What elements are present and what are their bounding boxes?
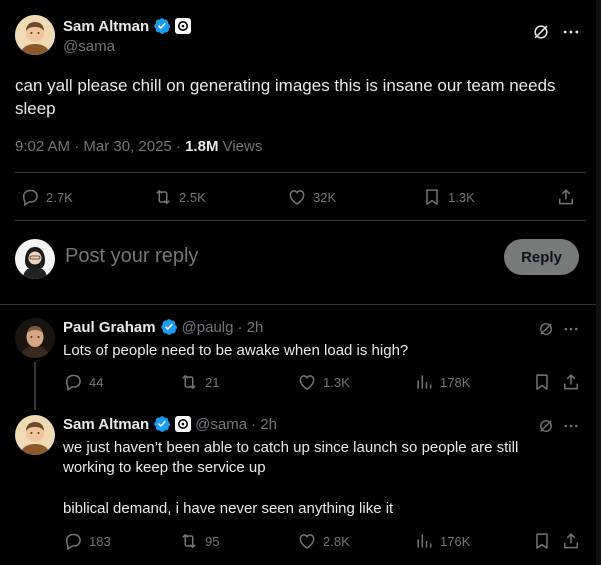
grok-icon[interactable] (529, 20, 553, 44)
avatar-illustration (15, 318, 55, 358)
author-handle[interactable]: @sama (63, 38, 115, 55)
reply-input[interactable]: Post your reply (65, 245, 198, 268)
divider (0, 304, 601, 305)
reply-action[interactable]: 44 (63, 372, 103, 392)
views-label: Views (218, 138, 263, 155)
reply-icon (63, 531, 83, 551)
post-meta: 9:02 AM · Mar 30, 2025 · 1.8M Views (15, 138, 262, 155)
reply-action[interactable]: 183 (63, 531, 111, 551)
like-count: 2.8K (323, 533, 350, 549)
bookmark-action[interactable] (532, 531, 552, 551)
share-icon (561, 531, 581, 551)
post-timestamp[interactable]: 9:02 AM · Mar 30, 2025 · (15, 138, 185, 155)
reply-text-second-paragraph: biblical demand, i have never seen anyth… (63, 500, 394, 517)
more-options-icon[interactable] (560, 318, 582, 340)
author-avatar[interactable] (15, 15, 55, 55)
repost-action[interactable]: 21 (179, 372, 219, 392)
reply-author-name[interactable]: Sam Altman (63, 416, 149, 433)
reply-text: we just haven’t been able to catch up si… (63, 439, 519, 476)
views-count: 178K (440, 374, 471, 390)
repost-icon (179, 531, 199, 551)
current-user-avatar[interactable] (15, 239, 55, 279)
repost-icon (153, 187, 173, 207)
like-action[interactable]: 32K (287, 187, 336, 207)
views-icon (414, 372, 434, 392)
like-icon (287, 187, 307, 207)
avatar-illustration (15, 415, 55, 455)
reply-count: 183 (89, 533, 111, 549)
grok-icon[interactable] (535, 318, 557, 340)
repost-action[interactable]: 95 (179, 531, 219, 551)
share-action[interactable] (561, 531, 581, 551)
reply-icon (20, 187, 40, 207)
author-name[interactable]: Sam Altman (63, 18, 149, 35)
verified-badge-icon (160, 318, 178, 336)
like-action[interactable]: 1.3K (297, 372, 350, 392)
bookmark-action[interactable]: 1.3K (422, 187, 475, 207)
like-icon (297, 372, 317, 392)
views-icon (414, 531, 434, 551)
reply-author-handle[interactable]: @sama (195, 416, 247, 433)
reply-author-name[interactable]: Paul Graham (63, 319, 156, 336)
bookmark-icon (422, 187, 442, 207)
openai-org-badge-icon[interactable] (175, 416, 192, 432)
bookmark-icon (532, 372, 552, 392)
reply-button[interactable]: Reply (504, 239, 579, 275)
repost-icon (179, 372, 199, 392)
avatar-illustration (15, 239, 55, 279)
divider (15, 220, 586, 221)
share-action[interactable] (556, 187, 576, 207)
like-count: 32K (313, 189, 337, 205)
reply-author-handle[interactable]: @paulg (182, 319, 234, 336)
reply-time[interactable]: · 2h (237, 319, 263, 336)
like-action[interactable]: 2.8K (297, 531, 350, 551)
bookmark-icon (532, 531, 552, 551)
like-count: 1.3K (323, 374, 350, 390)
openai-org-badge-icon[interactable] (175, 18, 192, 34)
views-count: 176K (440, 533, 471, 549)
repost-count: 2.5K (179, 189, 206, 205)
verified-badge-icon (153, 415, 171, 433)
reply-action[interactable]: 2.7K (20, 187, 73, 207)
more-options-icon[interactable] (559, 20, 583, 44)
like-icon (297, 531, 317, 551)
reply-time[interactable]: · 2h (251, 416, 277, 433)
reply-author-avatar[interactable] (15, 415, 55, 455)
share-icon (556, 187, 576, 207)
grok-icon[interactable] (535, 415, 557, 437)
views-action[interactable]: 178K (414, 372, 470, 392)
repost-count: 95 (205, 533, 220, 549)
avatar-illustration (15, 15, 55, 55)
share-action[interactable] (561, 372, 581, 392)
repost-action[interactable]: 2.5K (153, 187, 206, 207)
views-action[interactable]: 176K (414, 531, 470, 551)
scrollbar-track[interactable] (596, 0, 601, 565)
bookmark-count: 1.3K (448, 189, 475, 205)
reply-count: 2.7K (46, 189, 73, 205)
reply-count: 44 (89, 374, 104, 390)
views-count: 1.8M (185, 138, 219, 155)
bookmark-action[interactable] (532, 372, 552, 392)
reply-text: Lots of people need to be awake when loa… (63, 342, 409, 359)
divider (15, 172, 586, 173)
reply-icon (63, 372, 83, 392)
post-text: can yall please chill on generating imag… (15, 76, 556, 118)
more-options-icon[interactable] (560, 415, 582, 437)
repost-count: 21 (205, 374, 220, 390)
thread-line (34, 362, 36, 410)
share-icon (561, 372, 581, 392)
verified-badge-icon (153, 17, 171, 35)
reply-author-avatar[interactable] (15, 318, 55, 358)
